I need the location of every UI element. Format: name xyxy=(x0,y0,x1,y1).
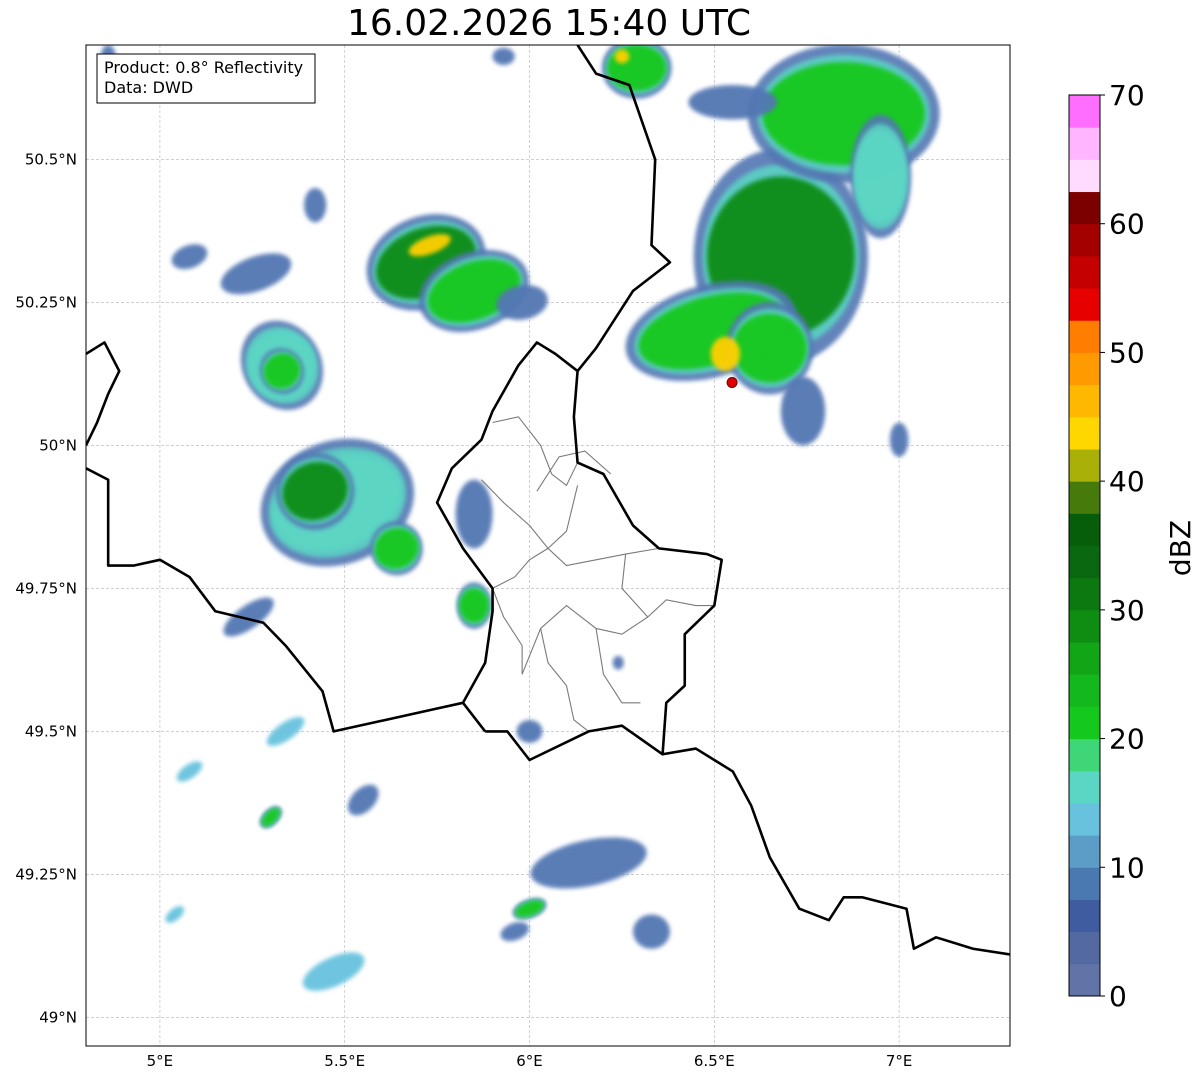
y-axis-ticks: 50.5°N 50.25°N 50°N 49.75°N 49.5°N 49.25°N 49°… xyxy=(15,150,77,1026)
info-product: Product: 0.8° Reflectivity xyxy=(104,58,303,77)
echo-cell xyxy=(850,114,912,239)
echo-cell xyxy=(612,655,624,670)
echo-core xyxy=(854,130,907,223)
colorbar-segment xyxy=(1069,706,1100,740)
echo-core xyxy=(633,914,670,949)
echo-core xyxy=(459,588,489,623)
y-tick-label: 49°N xyxy=(39,1008,77,1026)
colorbar-segment xyxy=(1069,545,1100,579)
colorbar-segment xyxy=(1069,835,1100,868)
echo-cell xyxy=(633,914,670,949)
colorbar-segment xyxy=(1069,867,1100,900)
colorbar-segment xyxy=(1069,609,1100,643)
colorbar-segment xyxy=(1069,770,1100,804)
echo-core xyxy=(889,422,909,457)
colorbar-segment xyxy=(1069,674,1100,707)
colorbar-tick-label: 10 xyxy=(1109,851,1145,884)
echo-core xyxy=(612,655,624,670)
colorbar-segment xyxy=(1069,738,1100,772)
x-tick-label: 5°E xyxy=(147,1052,174,1070)
echo-core xyxy=(455,479,493,549)
echo-cell xyxy=(492,47,515,66)
echo-core xyxy=(492,47,515,66)
echo-cell xyxy=(710,336,741,372)
y-tick-label: 49.25°N xyxy=(15,865,77,883)
echo-core xyxy=(688,85,778,120)
echo-cell xyxy=(304,188,327,223)
info-box: Product: 0.8° Reflectivity Data: DWD xyxy=(96,53,316,104)
echo-cell xyxy=(780,376,826,446)
x-tick-label: 6.5°E xyxy=(694,1052,735,1070)
colorbar-segment xyxy=(1069,191,1100,225)
y-tick-label: 49.5°N xyxy=(25,722,77,740)
echo-core xyxy=(607,45,667,91)
colorbar-segment xyxy=(1069,159,1100,193)
colorbar-tick-label: 50 xyxy=(1109,336,1145,369)
echo-cell xyxy=(688,85,778,120)
x-tick-label: 7°E xyxy=(886,1052,913,1070)
info-source: Data: DWD xyxy=(104,78,193,97)
colorbar-segment xyxy=(1069,577,1100,611)
colorbar-tick-label: 30 xyxy=(1109,594,1145,627)
echo-cell xyxy=(456,582,492,629)
echo-cell xyxy=(889,422,909,457)
colorbar-segment xyxy=(1069,320,1100,353)
x-tick-label: 5.5°E xyxy=(324,1052,365,1070)
echo-core xyxy=(732,313,807,383)
colorbar-tick-label: 0 xyxy=(1109,980,1127,1013)
echo-core xyxy=(614,49,630,64)
colorbar-tick-label: 20 xyxy=(1109,723,1145,756)
echo-core xyxy=(710,336,741,372)
colorbar-segment xyxy=(1069,255,1100,289)
colorbar-segment xyxy=(1069,288,1100,321)
colorbar-segment xyxy=(1069,223,1100,257)
colorbar-segment xyxy=(1069,384,1100,418)
colorbar-segment xyxy=(1069,642,1100,675)
echo-core xyxy=(304,188,327,223)
x-tick-label: 6°E xyxy=(516,1052,543,1070)
colorbar-segment xyxy=(1069,448,1100,482)
echo-cell xyxy=(614,49,630,64)
colorbar-segment xyxy=(1069,963,1100,997)
y-tick-label: 50.5°N xyxy=(25,150,77,168)
colorbar-segment xyxy=(1069,802,1100,836)
colorbar-tick-label: 70 xyxy=(1109,79,1145,112)
y-tick-label: 50.25°N xyxy=(15,293,77,311)
colorbar-segment xyxy=(1069,481,1100,514)
colorbar-segment xyxy=(1069,899,1100,933)
colorbar-segment xyxy=(1069,127,1100,160)
colorbar-ticks: 0 10 20 30 40 50 60 70 xyxy=(1100,79,1145,1013)
colorbar-tick-label: 60 xyxy=(1109,208,1145,241)
colorbar-segment xyxy=(1069,352,1100,386)
echo-cell xyxy=(601,45,672,99)
radar-map-panel: 5°E 5.5°E 6°E 6.5°E 7°E 50.5°N 50.25°N 50°N 49.… xyxy=(15,44,1197,1070)
colorbar-segment xyxy=(1069,416,1100,450)
echo-core xyxy=(780,376,826,446)
x-axis-ticks: 5°E 5.5°E 6°E 6.5°E 7°E xyxy=(147,1052,913,1070)
station-layer xyxy=(726,376,738,388)
y-tick-label: 50°N xyxy=(39,436,77,454)
echo-cell xyxy=(455,479,493,549)
colorbar-segment xyxy=(1069,95,1100,128)
echo-cell xyxy=(516,719,543,743)
radar-station-marker xyxy=(726,376,738,388)
echo-cell xyxy=(747,45,940,184)
colorbar-segment xyxy=(1069,513,1100,546)
colorbar-tick-label: 40 xyxy=(1109,465,1145,498)
colorbar-segment xyxy=(1069,931,1100,965)
colorbar-label: dBZ xyxy=(1164,520,1197,576)
y-tick-label: 49.75°N xyxy=(15,579,77,597)
echo-core xyxy=(516,719,543,743)
colorbar xyxy=(1068,94,1101,997)
